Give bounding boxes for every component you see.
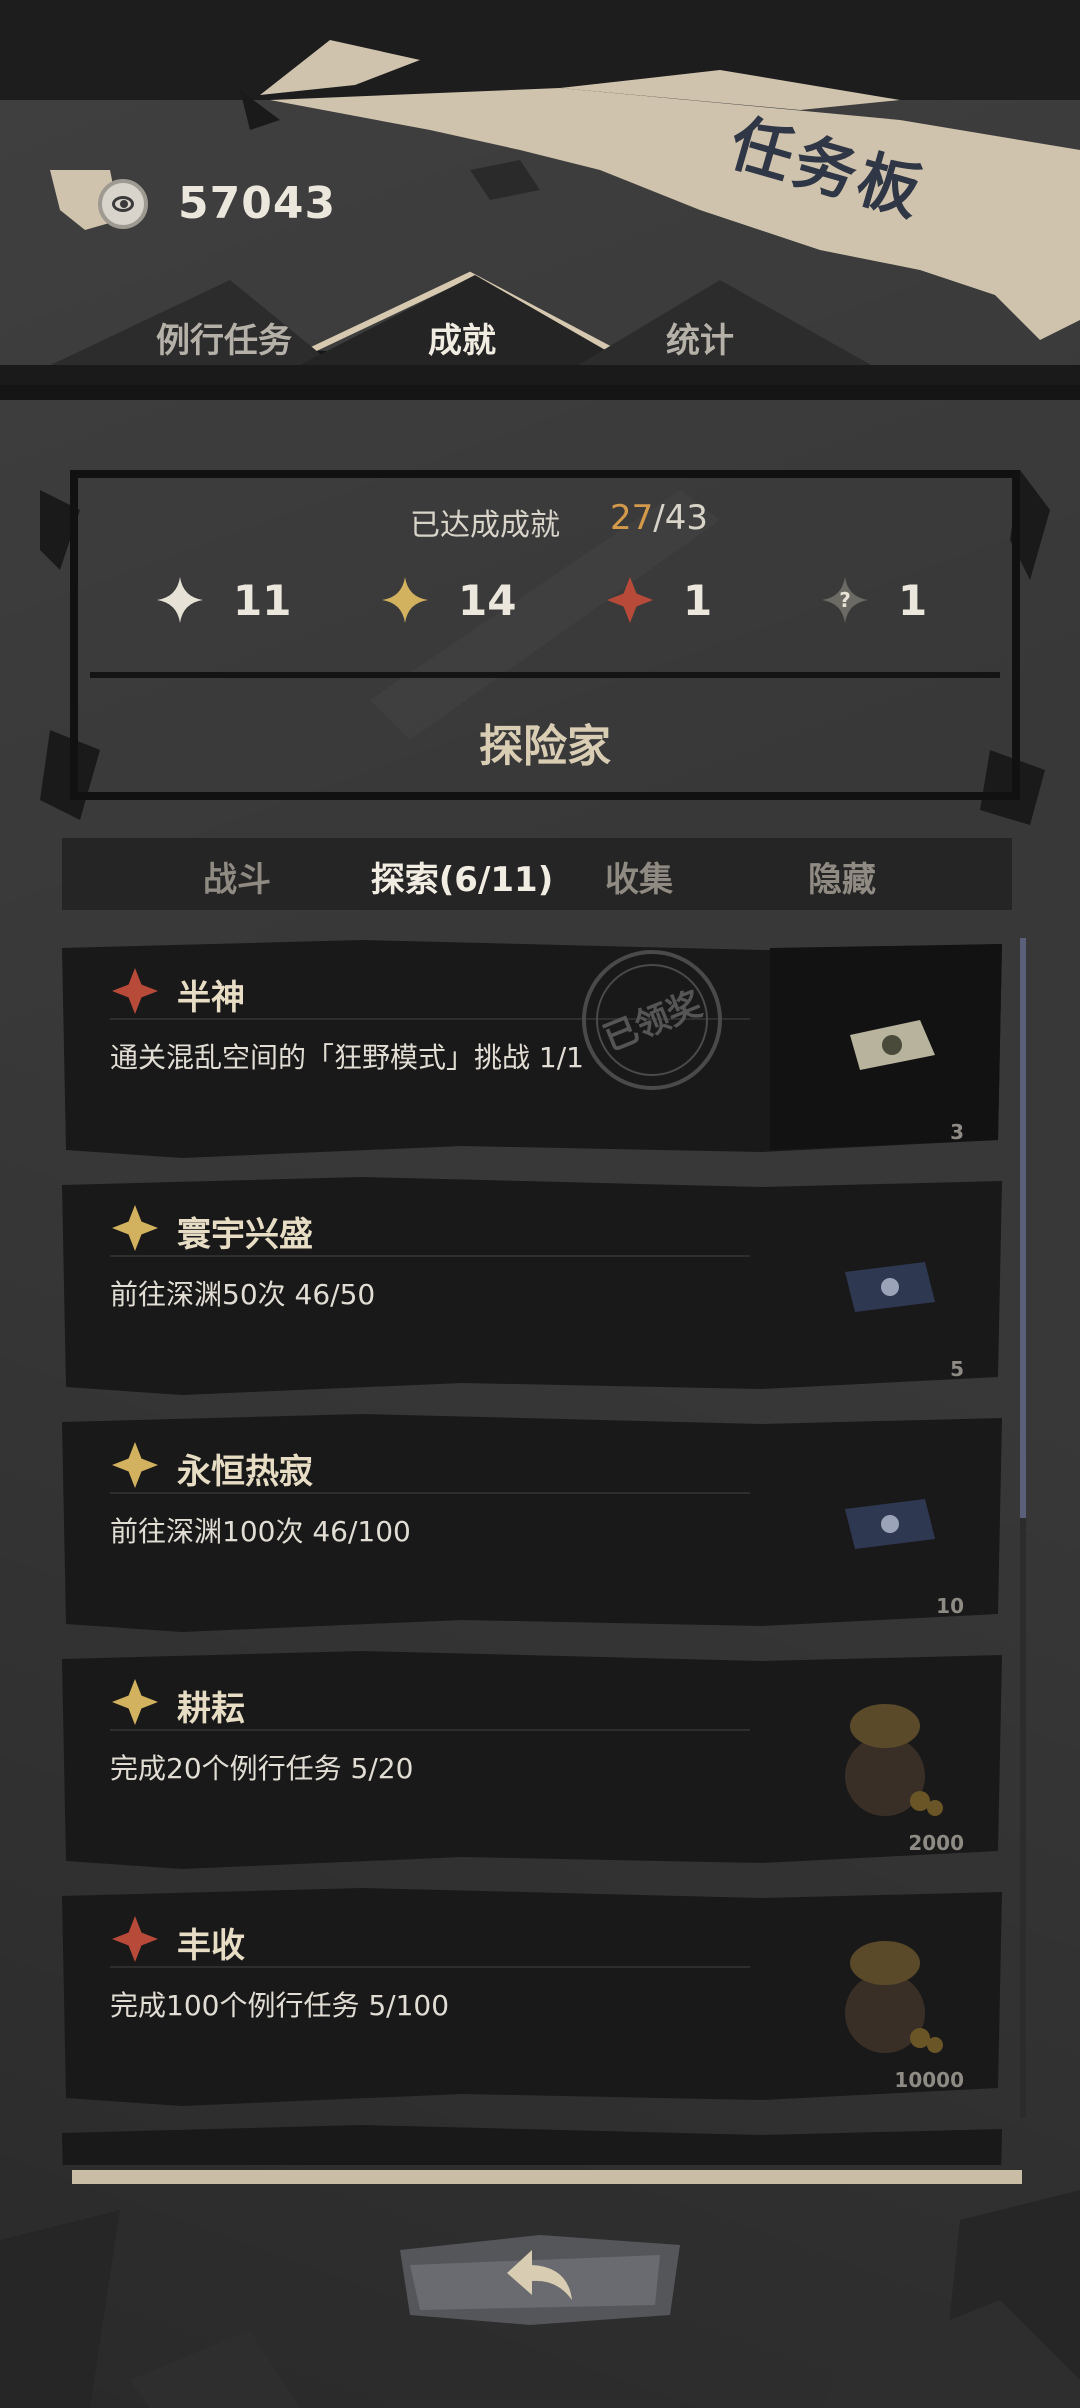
achievement-name: 寰宇兴盛 bbox=[177, 1215, 313, 1255]
achievement-description: 前往深渊50次 46/50 bbox=[110, 1278, 376, 1311]
red-star-icon bbox=[607, 577, 653, 623]
gold-star-icon bbox=[112, 1442, 158, 1488]
achievement-name: 丰收 bbox=[177, 1926, 245, 1966]
white-star-number: 11 bbox=[233, 575, 292, 625]
reward-count: 2000 bbox=[908, 1831, 964, 1855]
gold-star-icon bbox=[382, 577, 428, 623]
currency-value: 57043 bbox=[178, 178, 337, 229]
achievement-description: 完成20个例行任务 5/20 bbox=[110, 1752, 414, 1785]
reward-slot[interactable]: 3 bbox=[770, 940, 1002, 1158]
main-tabs: 例行任务 成就 统计 bbox=[0, 265, 1080, 385]
achievement-card[interactable]: 耕耘 完成20个例行任务 5/20 2000 bbox=[62, 1651, 1002, 1869]
achieved-completed: 27 bbox=[610, 498, 654, 538]
red-star-icon bbox=[112, 968, 158, 1014]
hidden-star-count: ? 1 bbox=[820, 575, 927, 625]
blue-ticket-icon bbox=[845, 1499, 935, 1549]
reward-count: 5 bbox=[950, 1357, 964, 1381]
gold-star-number: 14 bbox=[458, 575, 517, 625]
coin-bag-icon bbox=[845, 1704, 943, 1816]
reward-slot[interactable]: 10000 bbox=[770, 1888, 1002, 2106]
gold-star-icon bbox=[112, 1205, 158, 1251]
scrollbar-thumb[interactable] bbox=[1020, 938, 1026, 1518]
currency-display: 57043 bbox=[98, 178, 336, 229]
white-star-count: 11 bbox=[155, 575, 291, 625]
tab-achievements[interactable]: 成就 bbox=[352, 313, 572, 362]
rank-title: 探险家 bbox=[479, 721, 611, 772]
reward-count: 3 bbox=[950, 1120, 964, 1144]
card-background bbox=[62, 2125, 1002, 2165]
coin-eye-icon bbox=[98, 178, 148, 229]
reward-slot[interactable]: 5 bbox=[770, 1177, 1002, 1395]
back-button[interactable] bbox=[390, 2220, 690, 2330]
back-arrow-icon bbox=[507, 2250, 572, 2300]
svg-text:?: ? bbox=[839, 588, 851, 612]
red-star-count: 1 bbox=[605, 575, 712, 625]
achievement-card[interactable]: 寰宇兴盛 前往深渊50次 46/50 5 bbox=[62, 1177, 1002, 1395]
reward-count: 10000 bbox=[894, 2068, 964, 2092]
tab-collect[interactable]: 收集 bbox=[539, 852, 739, 901]
hidden-star-number: 1 bbox=[898, 575, 928, 625]
summary-divider bbox=[90, 672, 1000, 678]
achieved-label: 已达成成就 bbox=[410, 508, 560, 543]
achievement-card[interactable]: 丰收 完成100个例行任务 5/100 10000 bbox=[62, 1888, 1002, 2106]
star-counts: 11 14 1 ? 1 bbox=[70, 575, 1020, 655]
achievement-name: 耕耘 bbox=[177, 1689, 245, 1729]
blue-ticket-icon bbox=[845, 1262, 935, 1312]
achievement-name: 半神 bbox=[177, 978, 245, 1018]
red-star-icon bbox=[112, 1916, 158, 1962]
achievement-card[interactable]: 半神 通关混乱空间的「狂野模式」挑战 1/1 已领奖 3 bbox=[62, 940, 1002, 1158]
gold-star-icon bbox=[112, 1679, 158, 1725]
achieved-separator: / bbox=[653, 498, 665, 538]
achievement-card[interactable]: 永恒热寂 前往深渊100次 46/100 10 bbox=[62, 1414, 1002, 1632]
achievement-name: 永恒热寂 bbox=[177, 1452, 313, 1492]
gold-star-count: 14 bbox=[380, 575, 516, 625]
reward-slot[interactable]: 10 bbox=[770, 1414, 1002, 1632]
hidden-star-icon: ? bbox=[822, 577, 868, 623]
white-star-icon bbox=[157, 577, 203, 623]
banknote-icon bbox=[850, 1020, 935, 1070]
card-divider bbox=[110, 1255, 750, 1257]
category-tabs: 战斗 探索(6/11) 收集 隐藏 bbox=[62, 838, 1012, 918]
achieved-count: 27/43 bbox=[610, 498, 708, 538]
coin-bag-icon bbox=[845, 1941, 943, 2053]
achievement-card-partial[interactable] bbox=[62, 2125, 1002, 2165]
reward-count: 10 bbox=[936, 1594, 964, 1618]
tab-statistics[interactable]: 统计 bbox=[590, 313, 810, 362]
tab-routine-tasks[interactable]: 例行任务 bbox=[114, 313, 334, 362]
achievement-list[interactable]: 半神 通关混乱空间的「狂野模式」挑战 1/1 已领奖 3 寰宇兴盛 前往深渊50… bbox=[62, 940, 1002, 2165]
achievement-description: 前往深渊100次 46/100 bbox=[110, 1515, 411, 1548]
red-star-number: 1 bbox=[683, 575, 713, 625]
achievement-description: 完成100个例行任务 5/100 bbox=[110, 1989, 450, 2022]
reward-slot[interactable]: 2000 bbox=[770, 1651, 1002, 1869]
card-divider bbox=[110, 1966, 750, 1968]
card-divider bbox=[110, 1729, 750, 1731]
card-divider bbox=[110, 1492, 750, 1494]
tab-combat[interactable]: 战斗 bbox=[137, 852, 337, 901]
tab-hidden[interactable]: 隐藏 bbox=[742, 852, 942, 901]
achievement-summary: 已达成成就 27/43 11 14 1 ? 1 探险家 bbox=[40, 470, 1050, 825]
achieved-total: 43 bbox=[664, 498, 708, 538]
